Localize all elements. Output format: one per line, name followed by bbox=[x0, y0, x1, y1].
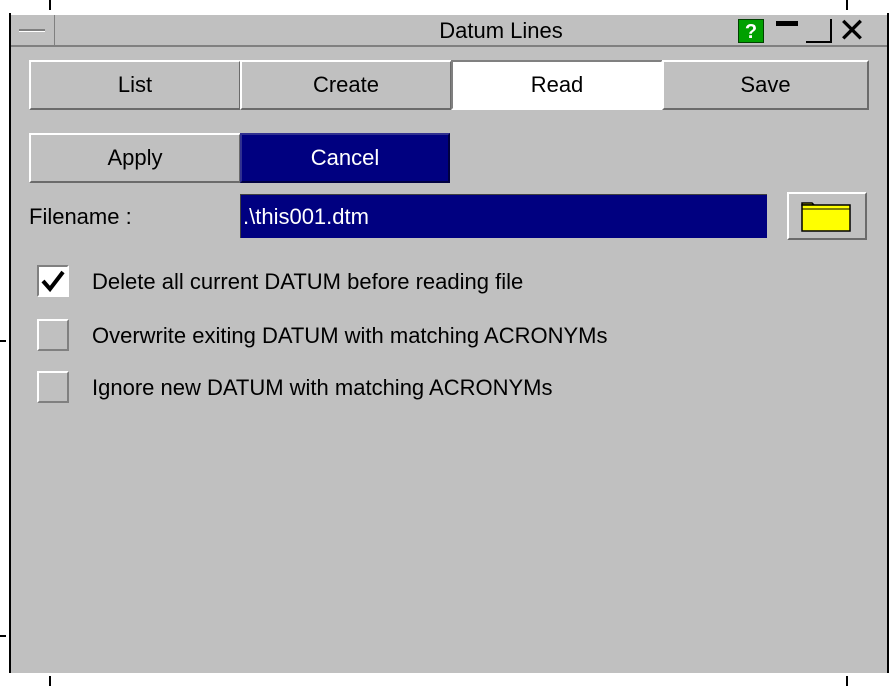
datum-lines-window: Datum Lines ? ✕ List Create Read Save Ap… bbox=[9, 13, 889, 673]
tab-read-label: Read bbox=[530, 72, 584, 97]
apply-button-label: Apply bbox=[107, 145, 163, 170]
tab-save[interactable]: Save bbox=[662, 60, 869, 110]
tab-create-label: Create bbox=[312, 72, 380, 97]
frame-tick bbox=[0, 635, 6, 637]
close-icon: ✕ bbox=[837, 12, 867, 50]
tab-read[interactable]: Read bbox=[451, 60, 663, 110]
delete-current-label: Delete all current DATUM before reading … bbox=[92, 269, 524, 294]
overwrite-existing-checkbox[interactable] bbox=[37, 319, 69, 351]
tab-create[interactable]: Create bbox=[240, 60, 452, 110]
frame-tick bbox=[49, 0, 51, 10]
system-menu-button[interactable] bbox=[11, 15, 55, 45]
cancel-button[interactable]: Cancel bbox=[240, 133, 450, 183]
maximize-button[interactable] bbox=[806, 19, 832, 43]
folder-icon bbox=[801, 202, 851, 232]
overwrite-existing-label: Overwrite exiting DATUM with matching AC… bbox=[92, 323, 608, 348]
checkmark-icon bbox=[41, 270, 65, 293]
filename-input[interactable]: .\this001.dtm bbox=[240, 194, 767, 238]
browse-button[interactable] bbox=[787, 192, 867, 240]
frame-tick bbox=[49, 676, 51, 686]
filename-label: Filename : bbox=[29, 204, 132, 229]
tab-list-label: List bbox=[117, 72, 153, 97]
window-title: Datum Lines bbox=[439, 18, 563, 43]
apply-button[interactable]: Apply bbox=[29, 133, 241, 183]
minimize-icon bbox=[776, 21, 798, 26]
frame-tick bbox=[0, 340, 6, 342]
help-button[interactable]: ? bbox=[738, 19, 764, 43]
frame-tick bbox=[846, 0, 848, 10]
title-bar[interactable]: Datum Lines ? ✕ bbox=[11, 13, 887, 48]
cancel-button-label: Cancel bbox=[310, 145, 380, 170]
ignore-new-label: Ignore new DATUM with matching ACRONYMs bbox=[92, 375, 553, 400]
frame-tick bbox=[846, 676, 848, 686]
minimize-button[interactable] bbox=[774, 19, 800, 43]
close-button[interactable]: ✕ bbox=[837, 14, 867, 48]
delete-current-checkbox[interactable] bbox=[37, 265, 69, 297]
system-menu-icon bbox=[19, 29, 45, 32]
tab-list[interactable]: List bbox=[29, 60, 241, 110]
tab-save-label: Save bbox=[740, 72, 791, 97]
ignore-new-checkbox[interactable] bbox=[37, 371, 69, 403]
